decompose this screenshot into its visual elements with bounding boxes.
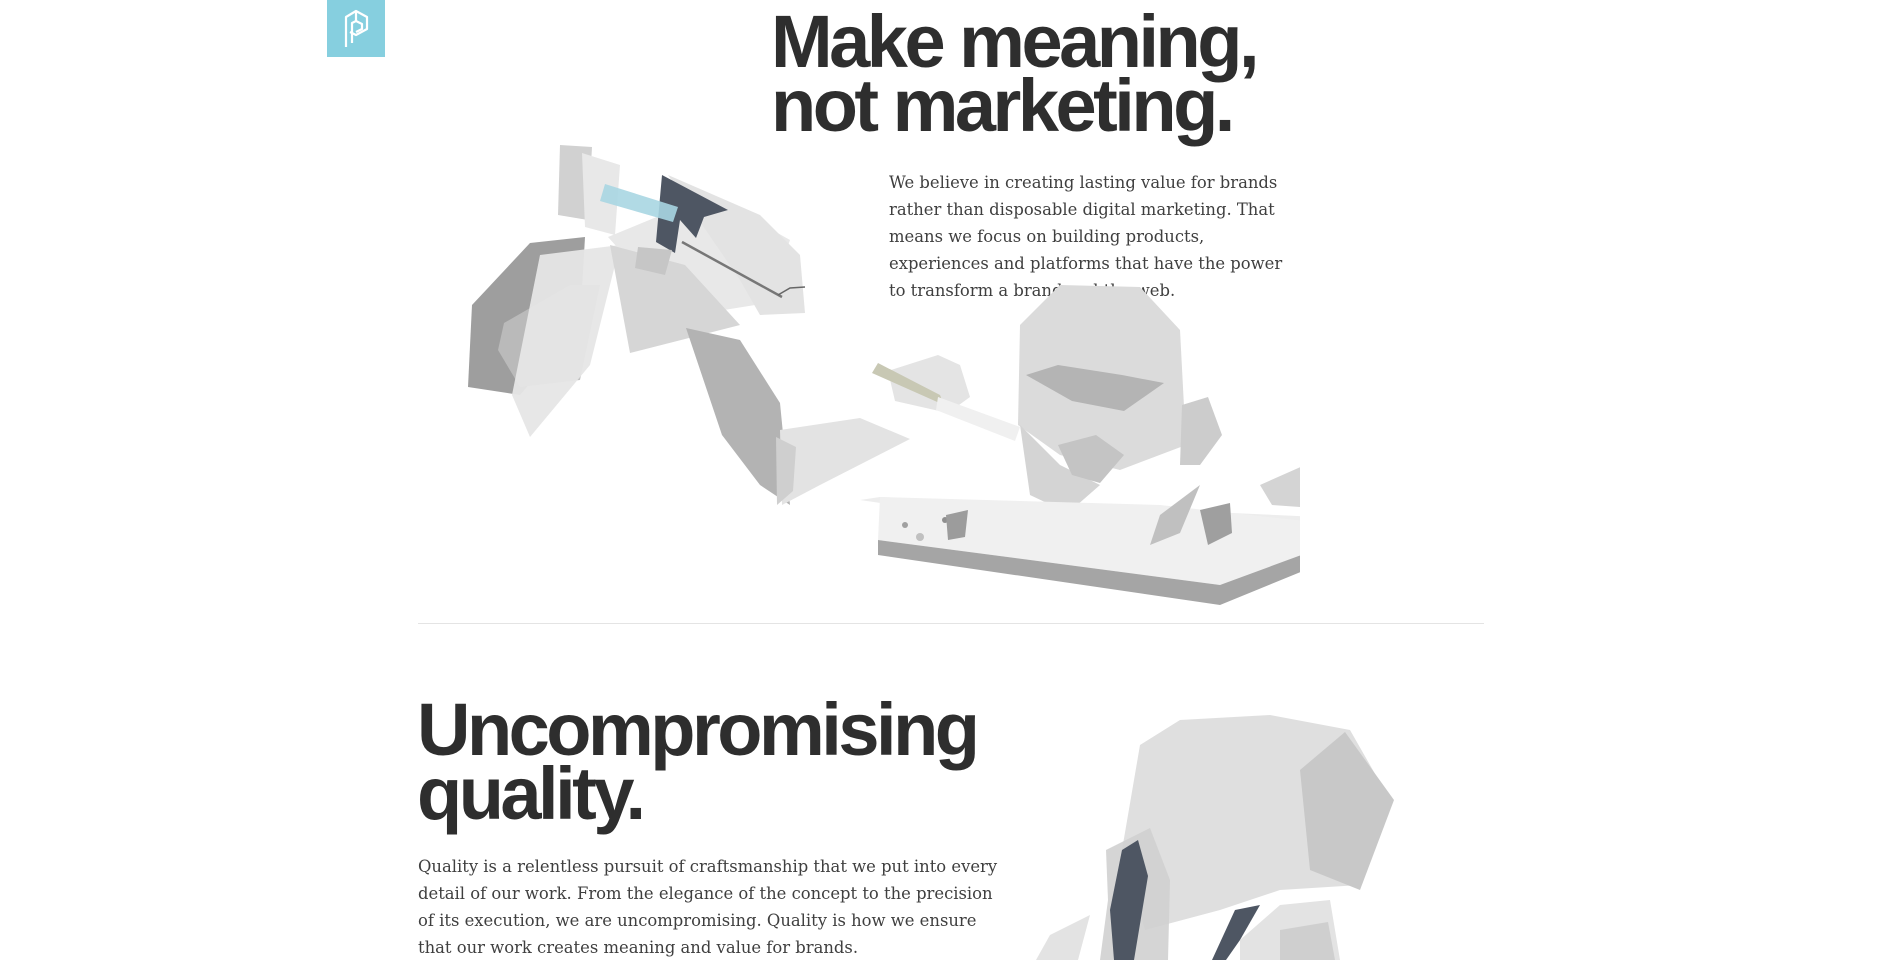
sculptor-carving-head-illustration <box>468 145 1300 605</box>
quality-title: Uncompromising quality. <box>417 693 1017 831</box>
logo-link[interactable] <box>327 0 385 57</box>
monogram-logo-icon <box>344 9 369 47</box>
hero-title: Make meaning, not marketing. <box>771 5 1331 143</box>
section-divider <box>418 623 1484 624</box>
polygonal-head-illustration <box>1036 715 1394 960</box>
quality-paragraph: Quality is a relentless pursuit of craft… <box>418 857 998 957</box>
quality-title-line2: quality. <box>417 752 646 835</box>
